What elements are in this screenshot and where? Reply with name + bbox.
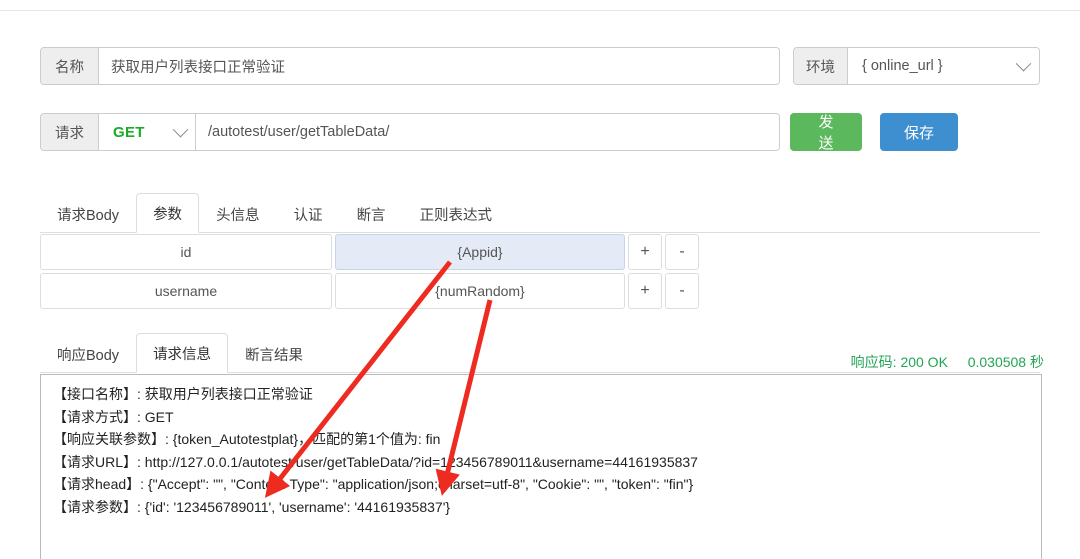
chevron-down-icon <box>172 121 189 137</box>
tab-assertions[interactable]: 断言 <box>340 194 403 233</box>
tab-response-body[interactable]: 响应Body <box>40 334 136 373</box>
remove-param-button[interactable]: - <box>665 273 699 309</box>
tab-assertion-results[interactable]: 断言结果 <box>228 334 320 373</box>
param-key-input[interactable]: username <box>40 273 332 309</box>
request-tabs: 请求Body 参数 头信息 认证 断言 正则表达式 <box>40 193 1040 233</box>
request-group: 请求 GET /autotest/user/getTableData/ <box>40 113 780 151</box>
environment-label: 环境 <box>794 48 848 84</box>
http-method-select[interactable]: GET <box>99 114 196 150</box>
api-debug-page: 名称 获取用户列表接口正常验证 环境 { online_url } 请求 GET… <box>0 0 1080 559</box>
remove-param-button[interactable]: - <box>665 234 699 270</box>
table-row: id {Appid} + - <box>40 234 699 270</box>
response-code-label: 响应码: <box>850 354 897 370</box>
response-line: 【接口名称】: 获取用户列表接口正常验证 <box>53 386 313 402</box>
send-button[interactable]: 发送 <box>790 113 862 152</box>
interface-name-input[interactable]: 获取用户列表接口正常验证 <box>99 48 779 84</box>
chevron-down-icon <box>1015 55 1032 71</box>
table-row: username {numRandom} + - <box>40 273 699 309</box>
response-line: 【请求方式】: GET <box>53 408 174 425</box>
param-key-input[interactable]: id <box>40 234 332 270</box>
tab-auth[interactable]: 认证 <box>277 194 340 233</box>
response-line: 【请求head】: {"Accept": "", "Content-Type":… <box>53 476 694 492</box>
interface-name-group: 名称 获取用户列表接口正常验证 <box>40 47 780 85</box>
request-url-input[interactable]: /autotest/user/getTableData/ <box>196 114 779 150</box>
tab-params[interactable]: 参数 <box>136 193 200 233</box>
tab-request-info[interactable]: 请求信息 <box>136 333 229 373</box>
response-code-value: 200 OK <box>900 354 948 370</box>
add-param-button[interactable]: + <box>628 234 662 270</box>
param-value-input[interactable]: {Appid} <box>335 234 625 270</box>
param-value-input[interactable]: {numRandom} <box>335 273 625 309</box>
environment-select[interactable]: { online_url } <box>848 48 1039 84</box>
response-duration: 0.030508 秒 <box>967 354 1044 370</box>
interface-name-label: 名称 <box>41 48 99 84</box>
http-method-value: GET <box>113 123 145 141</box>
environment-group: 环境 { online_url } <box>793 47 1040 85</box>
parameter-table: id {Appid} + - username {numRandom} + - <box>40 234 699 312</box>
response-status: 响应码: 200 OK 0.030508 秒 <box>851 352 1044 372</box>
environment-selected-value: { online_url } <box>862 58 943 74</box>
top-divider <box>0 10 1080 11</box>
tab-request-body[interactable]: 请求Body <box>40 194 136 233</box>
request-label: 请求 <box>41 114 99 150</box>
response-body-panel[interactable]: 【接口名称】: 获取用户列表接口正常验证 【请求方式】: GET 【响应关联参数… <box>40 374 1042 559</box>
add-param-button[interactable]: + <box>628 273 662 309</box>
response-line: 【请求URL】: http://127.0.0.1/autotest/user/… <box>53 453 698 470</box>
tab-headers[interactable]: 头信息 <box>199 194 277 233</box>
save-button[interactable]: 保存 <box>880 113 958 151</box>
response-line: 【请求参数】: {'id': '123456789011', 'username… <box>53 498 451 515</box>
tab-regex[interactable]: 正则表达式 <box>403 194 510 233</box>
response-line: 【响应关联参数】: {token_Autotestplat}，匹配的第1个值为:… <box>53 431 441 447</box>
